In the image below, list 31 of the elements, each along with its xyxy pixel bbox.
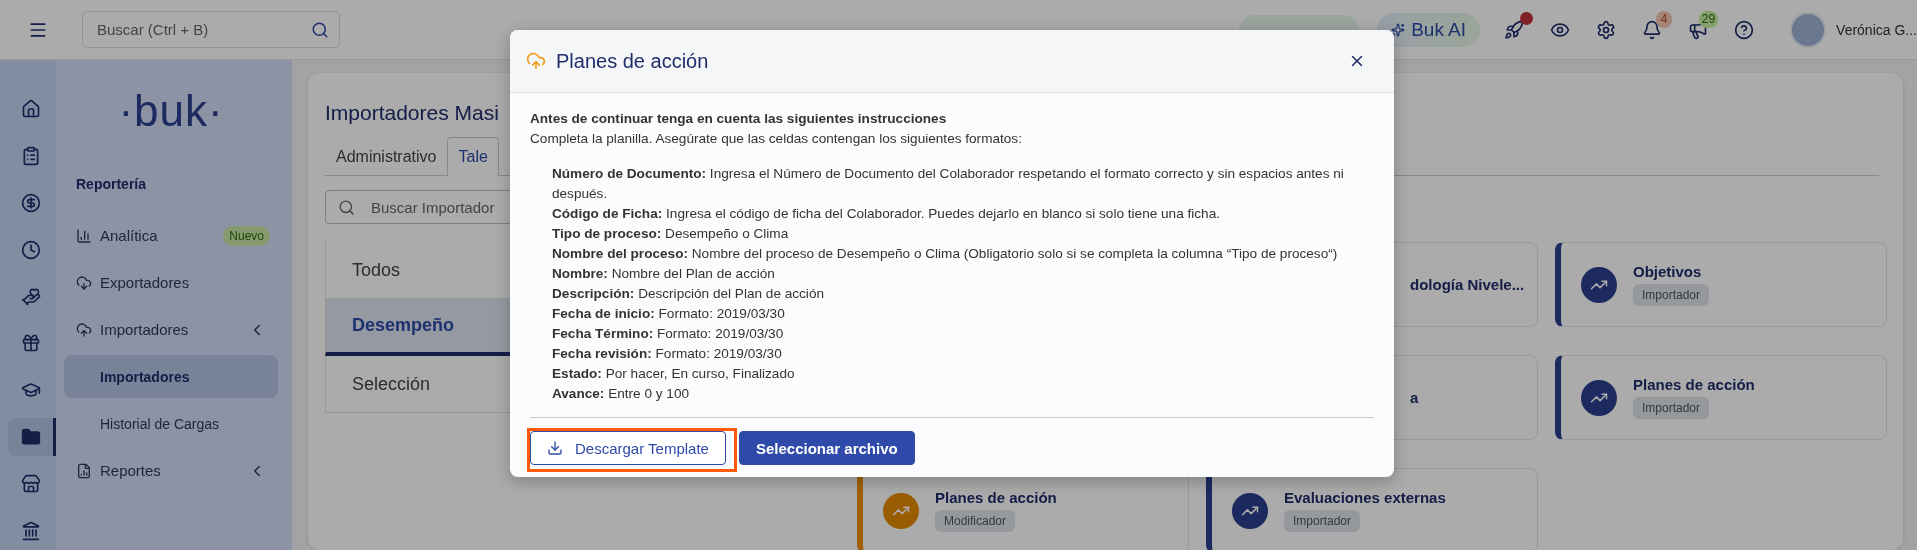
card-title: Evaluaciones externas xyxy=(1284,489,1446,506)
card-title: a xyxy=(1410,389,1419,406)
card-title: Objetivos xyxy=(1633,263,1702,280)
card-title: Planes de acción xyxy=(1633,376,1755,393)
new-badge: Nuevo xyxy=(223,225,270,246)
type-tag: Importador xyxy=(1633,397,1710,419)
field-instruction: Nombre: Nombre del Plan de acción xyxy=(552,265,776,283)
card-title: Planes de acción xyxy=(935,489,1057,506)
field-instruction: Fecha de inicio: Formato: 2019/03/30 xyxy=(552,305,786,323)
field-instruction: Descripción: Descripción del Plan de acción xyxy=(552,285,825,303)
field-instruction: Tipo de proceso: Desempeño o Clima xyxy=(552,225,790,243)
count-badge: 4 xyxy=(1656,10,1673,28)
user-name: Verónica G... xyxy=(1836,21,1917,38)
instructions-heading: Antes de continuar tenga en cuenta las siguientes instrucciones xyxy=(530,110,948,128)
field-instruction: Avance: Entre 0 y 100 xyxy=(552,385,691,403)
instructions-text: Completa la planilla. Asegúrate que las celdas contengan los siguientes formatos: xyxy=(530,130,1023,148)
field-instruction: Código de Ficha: Ingresa el código de ficha del Colaborador. Puedes dejarlo en blanco si solo tiene una ficha. xyxy=(552,205,1221,223)
type-tag: Importador xyxy=(1284,510,1361,532)
card-title: dología Nivele... xyxy=(1410,276,1525,293)
field-instruction: Número de Documento: Ingresa el Número de Documento del Colaborador respetando el formato correcto y sin espacios antes ni después. xyxy=(552,165,1345,203)
page-title: Importadores Masi xyxy=(325,101,499,125)
field-instruction: Estado: Por hacer, En curso, Finalizado xyxy=(552,365,796,383)
section-title: Reportería xyxy=(75,176,148,192)
type-tag: Importador xyxy=(1633,284,1710,306)
type-tag: Modificador xyxy=(935,510,1016,532)
count-badge: 29 xyxy=(1698,10,1719,28)
field-instruction: Nombre del proceso: Nombre del proceso de Desempeño o Clima (Obligatorio solo si se completa la columna “Tipo de proceso“) xyxy=(552,245,1339,263)
field-instruction: Fecha revisión: Formato: 2019/03/30 xyxy=(552,345,783,363)
field-instruction: Fecha Término: Formato: 2019/03/30 xyxy=(552,325,785,343)
logo: ·buk· xyxy=(117,86,225,136)
dialog-title: Planes de acción xyxy=(556,49,710,73)
